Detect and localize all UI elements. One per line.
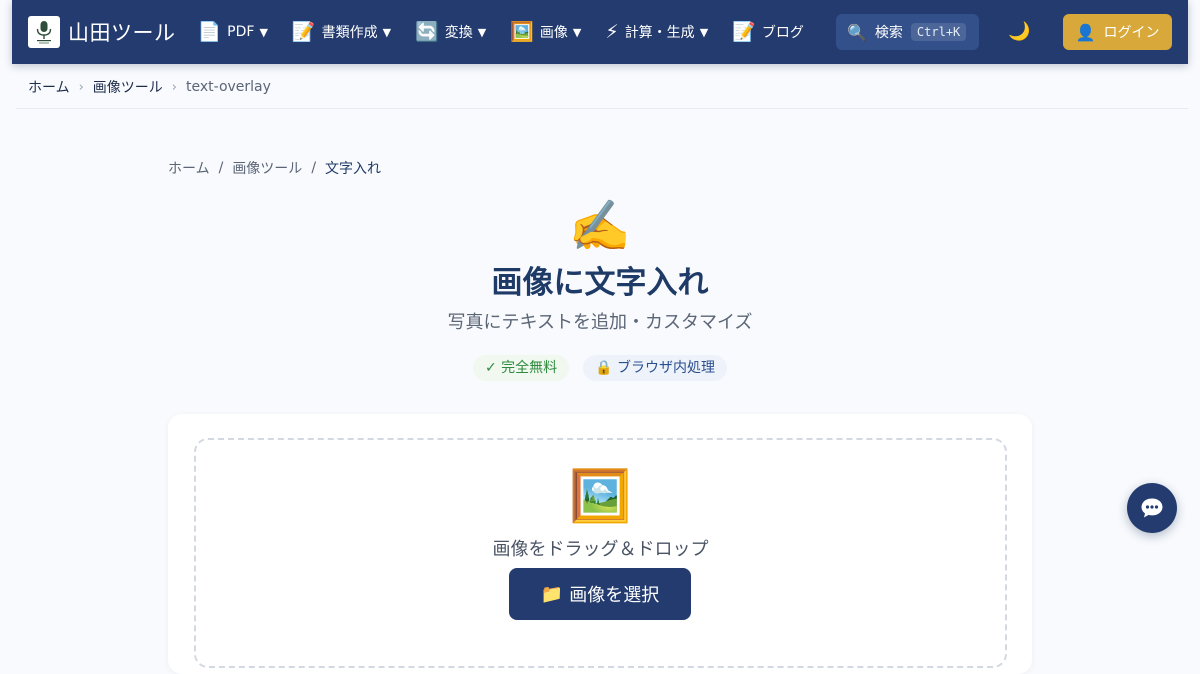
feature-badges: ✓ 完全無料 🔒 ブラウザ内処理 <box>0 355 1200 381</box>
breadcrumb-home[interactable]: ホーム <box>168 158 210 178</box>
drop-zone[interactable]: 🖼️ 画像をドラッグ＆ドロップ 📁 画像を選択 <box>194 438 1007 668</box>
search-icon: 🔍 <box>847 22 867 42</box>
browser-processing-badge: 🔒 ブラウザ内処理 <box>583 355 728 381</box>
page-subtitle: 写真にテキストを追加・カスタマイズ <box>447 312 753 333</box>
document-icon: 📄 <box>197 20 222 43</box>
nav-item-label: 画像 <box>539 25 568 41</box>
shortcut-hint: Ctrl+K <box>910 23 967 41</box>
login-button[interactable]: 👤 ログイン <box>1063 14 1172 50</box>
lightning-icon: ⚡ <box>605 20 619 43</box>
chevron-down-icon: ▼ <box>699 25 709 39</box>
user-icon: 👤 <box>1075 22 1096 42</box>
nav-item-calc[interactable]: ⚡ 計算・生成 ▼ <box>605 22 708 42</box>
main-nav: 📄 PDF ▼ 📝 書類作成 ▼ 🔄 変換 ▼ 🖼️ 画像 ▼ ⚡ 計算・生成 … <box>198 22 828 42</box>
chat-bubble-icon <box>1141 498 1163 518</box>
breadcrumb-section[interactable]: 画像ツール <box>232 158 302 178</box>
breadcrumb-separator: › <box>171 79 177 95</box>
breadcrumb-current: text-overlay <box>186 79 271 95</box>
chevron-down-icon: ▼ <box>572 25 582 39</box>
site-logo-icon[interactable] <box>28 16 60 48</box>
nav-item-label: 書類作成 <box>321 25 378 41</box>
nav-item-blog[interactable]: 📝 ブログ <box>732 22 804 42</box>
memo-icon: 📝 <box>732 20 756 43</box>
breadcrumb-separator: / <box>311 160 317 176</box>
nav-item-label: 計算・生成 <box>624 25 695 41</box>
breadcrumb-section[interactable]: 画像ツール <box>93 77 163 97</box>
convert-arrows-icon: 🔄 <box>415 20 439 43</box>
chevron-down-icon: ▼ <box>477 25 487 39</box>
breadcrumb: ホーム › 画像ツール › text-overlay <box>28 76 271 98</box>
chevron-down-icon: ▼ <box>382 25 392 39</box>
select-image-label: 画像を選択 <box>569 585 660 606</box>
drop-prompt: 画像をドラッグ＆ドロップ <box>492 539 709 560</box>
moon-icon[interactable]: 🌙 <box>1008 19 1030 45</box>
nav-item-convert[interactable]: 🔄 変換 ▼ <box>415 22 486 42</box>
nav-item-documents[interactable]: 📝 書類作成 ▼ <box>292 22 391 42</box>
divider <box>16 108 1188 109</box>
nav-item-pdf[interactable]: 📄 PDF ▼ <box>197 20 268 43</box>
nav-item-label: PDF <box>227 24 255 40</box>
breadcrumb-current: 文字入れ <box>325 161 382 177</box>
framed-picture-icon: 🖼️ <box>510 20 534 43</box>
page-title: 画像に文字入れ <box>491 265 709 301</box>
free-badge: ✓ 完全無料 <box>472 355 570 381</box>
breadcrumb-separator: › <box>78 79 84 95</box>
site-header: 山田ツール 📄 PDF ▼ 📝 書類作成 ▼ 🔄 変換 ▼ 🖼️ 画像 ▼ ⚡ … <box>12 0 1188 64</box>
memo-icon: 📝 <box>291 20 316 43</box>
page-breadcrumb: ホーム / 画像ツール / 文字入れ <box>168 158 381 178</box>
breadcrumb-home[interactable]: ホーム <box>28 77 70 97</box>
chat-button[interactable] <box>1127 483 1177 533</box>
select-image-button[interactable]: 📁 画像を選択 <box>509 568 691 620</box>
search-button[interactable]: 🔍 検索 Ctrl+K <box>836 14 979 50</box>
nav-item-label: 変換 <box>444 25 473 41</box>
nav-item-image[interactable]: 🖼️ 画像 ▼ <box>510 22 581 42</box>
search-label: 検索 <box>874 25 903 41</box>
framed-picture-icon: 🖼️ <box>569 467 632 525</box>
breadcrumb-separator: / <box>218 160 224 176</box>
chevron-down-icon: ▼ <box>259 25 268 39</box>
folder-icon: 📁 <box>540 583 564 605</box>
writing-hand-icon: ✍️ <box>568 197 632 255</box>
login-label: ログイン <box>1103 25 1160 41</box>
nav-item-label: ブログ <box>761 25 804 41</box>
site-name[interactable]: 山田ツール <box>68 17 176 47</box>
